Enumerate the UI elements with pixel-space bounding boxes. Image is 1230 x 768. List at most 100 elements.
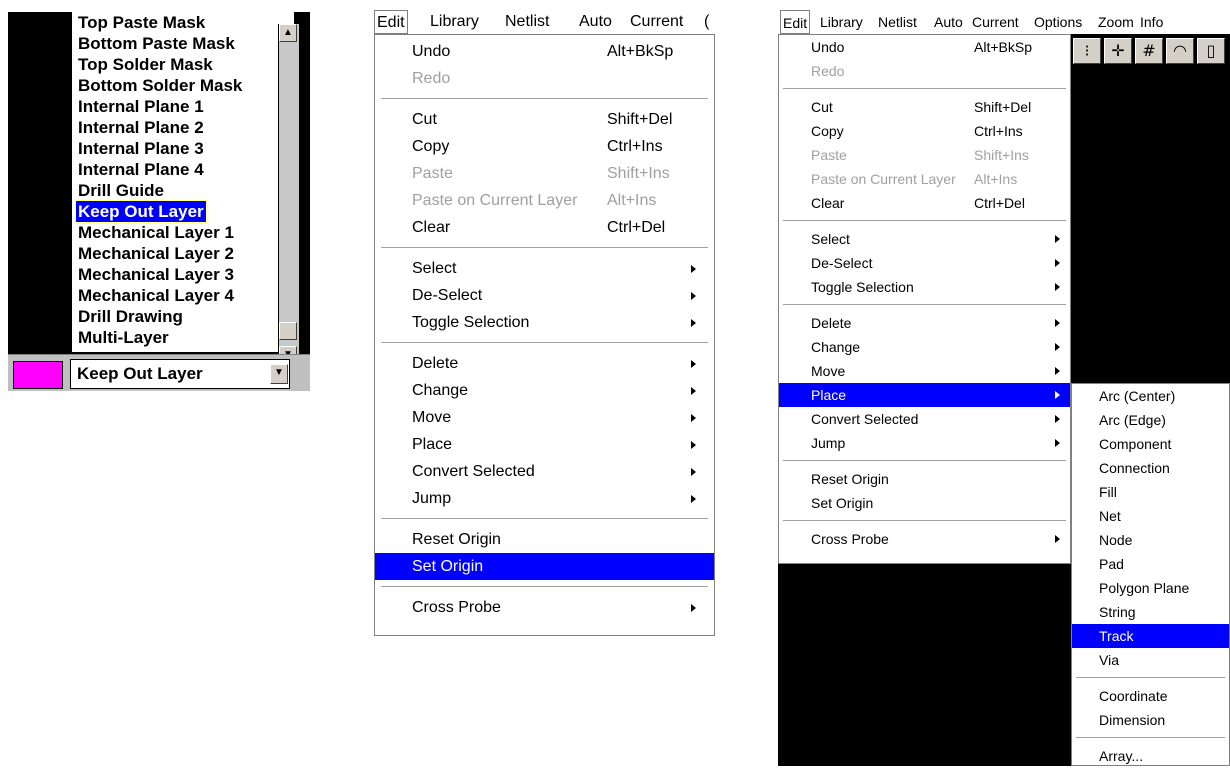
menu-item-node[interactable]: Node <box>1072 528 1229 552</box>
menu-item-label: Dimension <box>1099 712 1166 728</box>
menu-item-reset-origin[interactable]: Reset Origin <box>375 526 714 553</box>
menu-item-move[interactable]: Move <box>375 404 714 431</box>
layer-list-item[interactable]: Drill Drawing <box>76 306 185 327</box>
menu-item-undo[interactable]: Undo Alt+BkSp <box>779 35 1070 59</box>
arc-tool-button[interactable]: ◠ <box>1166 38 1194 64</box>
scroll-thumb[interactable] <box>279 322 297 340</box>
menu-item-convert-selected[interactable]: Convert Selected <box>375 458 714 485</box>
menu-item-change[interactable]: Change <box>779 335 1070 359</box>
layer-list-item[interactable]: Bottom Solder Mask <box>76 75 244 96</box>
menu-item-label: Connection <box>1099 460 1170 476</box>
menu-item-polygon-plane[interactable]: Polygon Plane <box>1072 576 1229 600</box>
menubar-edit[interactable]: Edit <box>374 10 408 34</box>
menubar-info[interactable]: Info <box>1140 10 1163 34</box>
menu-item-place[interactable]: Place <box>375 431 714 458</box>
menu-item-cross-probe[interactable]: Cross Probe <box>779 527 1070 551</box>
menubar-options[interactable]: Options <box>1034 10 1082 34</box>
menu-item-dimension[interactable]: Dimension <box>1072 708 1229 732</box>
menu-item-de-select[interactable]: De-Select <box>779 251 1070 275</box>
menu-item-cut[interactable]: Cut Shift+Del <box>375 106 714 133</box>
combo-dropdown-button[interactable]: ▼ <box>270 364 288 384</box>
menu-item-copy[interactable]: Copy Ctrl+Ins <box>779 119 1070 143</box>
menubar-item[interactable]: ( <box>704 10 709 34</box>
menu-item-cut[interactable]: Cut Shift+Del <box>779 95 1070 119</box>
layer-list-item[interactable]: Mechanical Layer 2 <box>76 243 236 264</box>
menu-item-fill[interactable]: Fill <box>1072 480 1229 504</box>
menu-item-arc-center[interactable]: Arc (Center) <box>1072 384 1229 408</box>
menu-item-label: Paste <box>811 147 847 163</box>
layer-list-item[interactable]: Bottom Paste Mask <box>76 33 237 54</box>
layer-list[interactable]: Top Paste Mask Bottom Paste Mask Top Solde… <box>72 12 294 352</box>
menu-item-de-select[interactable]: De-Select <box>375 282 714 309</box>
layer-list-item[interactable]: Drill Guide <box>76 180 166 201</box>
menu-item-jump[interactable]: Jump <box>779 431 1070 455</box>
layer-color-swatch[interactable] <box>13 361 63 389</box>
menubar-auto[interactable]: Auto <box>579 10 612 34</box>
scroll-up-button[interactable]: ▲ <box>279 24 297 42</box>
component-tool-button[interactable]: ▯ <box>1197 38 1225 64</box>
menubar-edit[interactable]: Edit <box>780 10 811 34</box>
menu-item-array[interactable]: Array... <box>1072 744 1229 768</box>
menu-item-component[interactable]: Component <box>1072 432 1229 456</box>
layer-list-scrollbar[interactable]: ▲ ▼ <box>278 24 299 366</box>
move-cross-tool-button[interactable]: ✛ <box>1104 38 1132 64</box>
menu-item-clear[interactable]: Clear Ctrl+Del <box>779 191 1070 215</box>
menu-item-toggle-selection[interactable]: Toggle Selection <box>779 275 1070 299</box>
menu-item-convert-selected[interactable]: Convert Selected <box>779 407 1070 431</box>
menu-item-copy[interactable]: Copy Ctrl+Ins <box>375 133 714 160</box>
menu-item-delete[interactable]: Delete <box>375 350 714 377</box>
menu-item-track[interactable]: Track <box>1072 624 1229 648</box>
layer-list-item[interactable]: Internal Plane 3 <box>76 138 206 159</box>
menu-item-coordinate[interactable]: Coordinate <box>1072 684 1229 708</box>
menu-item-label: Undo <box>811 39 845 55</box>
menu-item-toggle-selection[interactable]: Toggle Selection <box>375 309 714 336</box>
current-layer-combo[interactable]: Keep Out Layer ▼ <box>70 359 290 389</box>
menu-item-label: Copy <box>811 123 844 139</box>
menu-item-label: Reset Origin <box>412 531 501 548</box>
menu-item-jump[interactable]: Jump <box>375 485 714 512</box>
menu-item-cross-probe[interactable]: Cross Probe <box>375 594 714 621</box>
menu-item-select[interactable]: Select <box>779 227 1070 251</box>
menu-item-string[interactable]: String <box>1072 600 1229 624</box>
menu-item-clear[interactable]: Clear Ctrl+Del <box>375 214 714 241</box>
menu-item-pad[interactable]: Pad <box>1072 552 1229 576</box>
layer-list-item[interactable]: Top Paste Mask <box>76 12 207 33</box>
grid-tool-button[interactable]: # <box>1135 38 1163 64</box>
menu-item-label: Array... <box>1099 748 1144 764</box>
menubar-current[interactable]: Current <box>972 10 1019 34</box>
menubar-library[interactable]: Library <box>430 10 479 34</box>
menu-item-net[interactable]: Net <box>1072 504 1229 528</box>
layer-status-bar: Keep Out Layer ▼ <box>8 354 310 391</box>
menu-item-reset-origin[interactable]: Reset Origin <box>779 467 1070 491</box>
menubar-current[interactable]: Current <box>630 10 683 34</box>
menu-item-change[interactable]: Change <box>375 377 714 404</box>
layer-list-item[interactable]: Internal Plane 1 <box>76 96 206 117</box>
menu-item-place[interactable]: Place <box>779 383 1070 407</box>
layer-list-item[interactable]: Mechanical Layer 3 <box>76 264 236 285</box>
layer-list-item[interactable]: Internal Plane 2 <box>76 117 206 138</box>
menubar-netlist[interactable]: Netlist <box>878 10 917 34</box>
menu-item-label: Redo <box>412 70 451 87</box>
menu-item-set-origin[interactable]: Set Origin <box>375 553 714 580</box>
menu-item-arc-edge[interactable]: Arc (Edge) <box>1072 408 1229 432</box>
layer-list-item[interactable]: Keep Out Layer <box>75 200 207 223</box>
layer-list-item[interactable]: Mechanical Layer 4 <box>76 285 236 306</box>
layer-list-item[interactable]: Internal Plane 4 <box>76 159 206 180</box>
layer-list-item[interactable]: Top Solder Mask <box>76 54 215 75</box>
menu-item-undo[interactable]: Undo Alt+BkSp <box>375 38 714 65</box>
menu-item-label: Copy <box>412 138 450 155</box>
menu-item-delete[interactable]: Delete <box>779 311 1070 335</box>
menu-item-via[interactable]: Via <box>1072 648 1229 672</box>
menubar-auto[interactable]: Auto <box>934 10 963 34</box>
menubar-library[interactable]: Library <box>820 10 863 34</box>
layer-list-item[interactable]: Mechanical Layer 1 <box>76 222 236 243</box>
menu-item-move[interactable]: Move <box>779 359 1070 383</box>
menu-item-connection[interactable]: Connection <box>1072 456 1229 480</box>
menu-item-select[interactable]: Select <box>375 255 714 282</box>
menu-item-set-origin[interactable]: Set Origin <box>779 491 1070 515</box>
layer-list-item[interactable]: Multi-Layer <box>76 327 171 348</box>
grip-tool-button[interactable]: ⁝ <box>1073 38 1101 64</box>
menubar-zoom[interactable]: Zoom <box>1098 10 1134 34</box>
menubar-netlist[interactable]: Netlist <box>505 10 549 34</box>
menu-item-shortcut: Shift+Del <box>607 111 673 128</box>
